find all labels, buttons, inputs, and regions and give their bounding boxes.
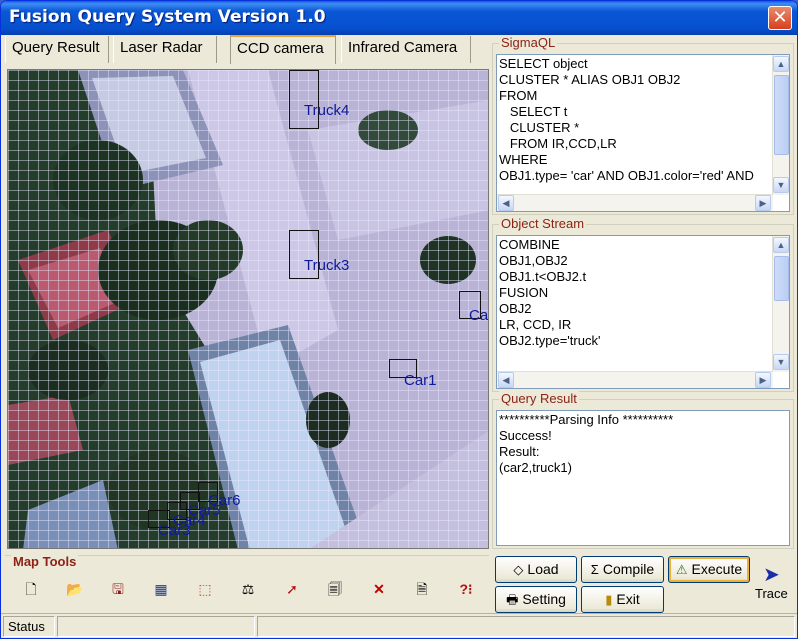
scroll-down-icon[interactable]: ▼ <box>773 354 789 370</box>
load-icon: ◇ <box>513 562 524 577</box>
object-stream-line: OBJ2 <box>499 301 532 316</box>
tab-ccd-camera[interactable]: CCD camera <box>230 35 336 64</box>
object-stream-line: COMBINE <box>499 237 560 252</box>
object-stream-line: FUSION <box>499 285 549 300</box>
object-stream-hscrollbar[interactable]: ◀ ▶ <box>497 371 773 388</box>
map-view[interactable]: Truck4 Truck3 Car1 Ca Car6 Car5 Car4 Car… <box>7 69 489 549</box>
query-result-group: Query Result **********Parsing Info ****… <box>492 391 794 549</box>
setting-label: Setting <box>522 591 566 607</box>
query-result-line: (car2,truck1) <box>499 460 572 475</box>
car2-label: Ca <box>469 307 489 324</box>
setting-button[interactable]: 🖶 Setting <box>495 586 577 613</box>
exit-door-icon: ▮ <box>605 592 613 607</box>
sigmaql-line: CLUSTER * ALIAS OBJ1 OBJ2 <box>499 72 681 87</box>
scroll-right-icon[interactable]: ▶ <box>755 372 771 388</box>
query-result-output[interactable]: **********Parsing Info ********** Succes… <box>496 410 790 546</box>
object-stream-vscrollbar[interactable]: ▲ ▼ <box>772 236 789 372</box>
truck3-label: Truck3 <box>304 257 350 274</box>
object-stream-line: OBJ1,OBJ2 <box>499 253 568 268</box>
measure-icon[interactable]: ⚖ <box>236 578 260 600</box>
sigmaql-vscrollbar[interactable]: ▲ ▼ <box>772 55 789 195</box>
scroll-down-icon[interactable]: ▼ <box>773 177 789 193</box>
trace-arrow-icon[interactable]: ➤ <box>763 562 780 587</box>
map-tools-group: Map Tools 🗋 📂 🖫 ▦ ⬚ ⚖ ➚ 🗐 ✕ 🗎 ?⁝ <box>5 554 489 611</box>
new-icon[interactable]: 🗋 <box>19 578 43 600</box>
scroll-up-icon[interactable]: ▲ <box>773 237 789 253</box>
tab-laser-radar[interactable]: Laser Radar <box>113 36 217 63</box>
sigmaql-editor[interactable]: SELECT object CLUSTER * ALIAS OBJ1 OBJ2 … <box>496 54 790 212</box>
sigma-icon: Σ <box>590 562 599 577</box>
window-title: Fusion Query System Version 1.0 <box>9 7 326 27</box>
status-panel-2 <box>57 616 255 637</box>
sigmaql-line: FROM <box>499 88 538 103</box>
scroll-thumb[interactable] <box>774 75 789 155</box>
scroll-left-icon[interactable]: ◀ <box>498 195 514 211</box>
sigmaql-line: SELECT t <box>499 104 568 119</box>
query-result-line: **********Parsing Info ********** <box>499 412 674 427</box>
truck4-label: Truck4 <box>304 102 350 119</box>
object-stream-line: OBJ2.type='truck' <box>499 333 601 348</box>
scroll-left-icon[interactable]: ◀ <box>498 372 514 388</box>
grid-overlay <box>8 70 488 548</box>
execute-icon: ⚠ <box>675 562 688 577</box>
object-stream-line: OBJ1.t<OBJ2.t <box>499 269 587 284</box>
status-text: Status <box>3 616 55 637</box>
truck4-box[interactable] <box>289 70 319 129</box>
main-window: Fusion Query System Version 1.0 ✕ Query … <box>0 0 798 639</box>
open-icon[interactable]: 📂 <box>63 578 87 600</box>
tab-query-result[interactable]: Query Result <box>5 36 109 63</box>
car3-label: Car3 <box>158 522 191 539</box>
sigmaql-hscrollbar[interactable]: ◀ ▶ <box>497 194 773 211</box>
exit-button[interactable]: ▮ Exit <box>581 586 664 613</box>
sigmaql-line: CLUSTER * <box>499 120 580 135</box>
execute-label: Execute <box>691 561 743 577</box>
object-stream-editor[interactable]: COMBINE OBJ1,OBJ2 OBJ1.t<OBJ2.t FUSION O… <box>496 235 790 389</box>
compile-button[interactable]: Σ Compile <box>581 556 664 583</box>
close-button[interactable]: ✕ <box>768 6 792 30</box>
object-stream-group: Object Stream COMBINE OBJ1,OBJ2 OBJ1.t<O… <box>492 216 794 392</box>
status-panel-3 <box>257 616 795 637</box>
query-result-line: Result: <box>499 444 540 459</box>
load-button[interactable]: ◇ Load <box>495 556 577 583</box>
exit-label: Exit <box>616 591 640 607</box>
object-stream-line: LR, CCD, IR <box>499 317 572 332</box>
delete-icon[interactable]: ✕ <box>367 578 391 600</box>
document-icon[interactable]: 🗎 <box>410 578 434 600</box>
save-icon[interactable]: 🖫 <box>106 578 130 600</box>
sigmaql-line: SELECT object <box>499 56 588 71</box>
table-icon[interactable]: ▦ <box>149 578 173 600</box>
object-stream-label: Object Stream <box>499 216 587 231</box>
scroll-thumb[interactable] <box>774 256 789 301</box>
car1-label: Car1 <box>404 372 437 389</box>
view-tabs: Query Result Laser Radar CCD camera Infr… <box>5 35 489 64</box>
load-label: Load <box>527 561 559 577</box>
scroll-right-icon[interactable]: ▶ <box>755 195 771 211</box>
query-result-line: Success! <box>499 428 552 443</box>
query-result-label: Query Result <box>499 391 579 406</box>
map-tools-label: Map Tools <box>11 554 79 569</box>
help-icon[interactable]: ?⁝ <box>454 578 478 600</box>
pointer-icon[interactable]: ➚ <box>280 578 304 600</box>
select-area-icon[interactable]: ⬚ <box>193 578 217 600</box>
status-bar: Status <box>1 613 797 638</box>
scroll-up-icon[interactable]: ▲ <box>773 56 789 72</box>
compile-label: Compile <box>602 561 655 577</box>
execute-button[interactable]: ⚠ Execute <box>668 556 750 583</box>
sigmaql-line: OBJ1.type= 'car' AND OBJ1.color='red' AN… <box>499 168 754 183</box>
close-icon: ✕ <box>772 7 788 28</box>
sigmaql-group: SigmaQL SELECT object CLUSTER * ALIAS OB… <box>492 35 794 215</box>
export-icon[interactable]: 🗐 <box>323 578 347 600</box>
printer-icon: 🖶 <box>506 592 519 607</box>
sigmaql-line: FROM IR,CCD,LR <box>499 136 617 151</box>
sigmaql-line: WHERE <box>499 152 548 167</box>
trace-label[interactable]: Trace <box>755 586 788 601</box>
title-bar: Fusion Query System Version 1.0 ✕ <box>1 1 797 35</box>
tab-infrared-camera[interactable]: Infrared Camera <box>341 36 471 63</box>
sigmaql-label: SigmaQL <box>499 35 558 50</box>
